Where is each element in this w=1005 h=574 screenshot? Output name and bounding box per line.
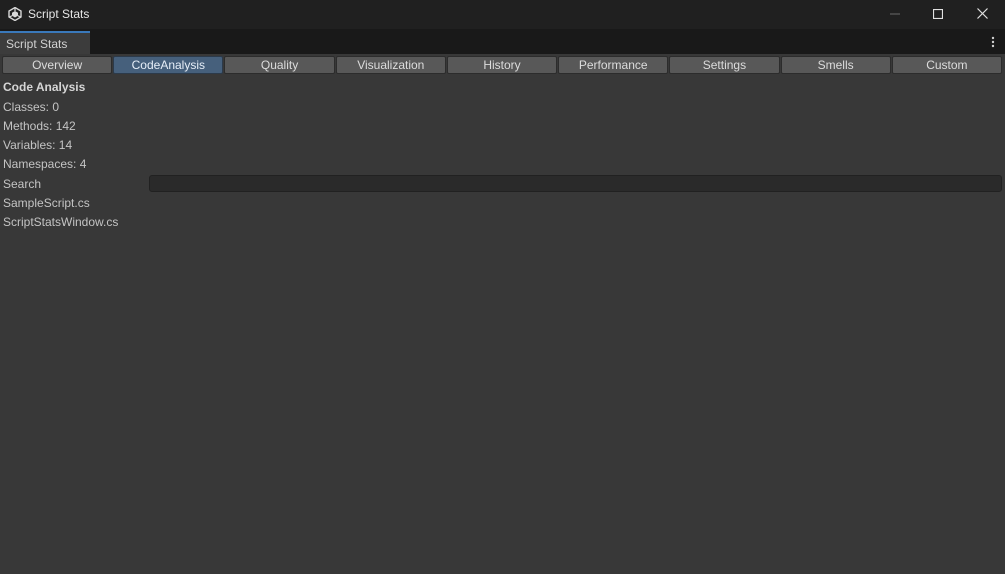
maximize-button[interactable] bbox=[916, 0, 960, 29]
section-heading: Code Analysis bbox=[3, 80, 86, 94]
tab-visualization[interactable]: Visualization bbox=[335, 56, 446, 74]
minimize-icon bbox=[890, 6, 900, 24]
kebab-menu-icon[interactable] bbox=[988, 34, 998, 50]
maximize-icon bbox=[932, 6, 944, 24]
close-icon bbox=[976, 6, 988, 24]
dock-tab-script-stats[interactable]: Script Stats bbox=[0, 31, 90, 54]
close-button[interactable] bbox=[960, 0, 1004, 29]
toolbar-tabs: Overview CodeAnalysis Quality Visualizat… bbox=[2, 56, 1002, 74]
list-item[interactable]: ScriptStatsWindow.cs bbox=[3, 215, 118, 229]
stat-variables: Variables: 14 bbox=[3, 138, 73, 152]
unity-icon bbox=[8, 6, 22, 22]
list-item[interactable]: SampleScript.cs bbox=[3, 196, 90, 210]
tab-smells[interactable]: Smells bbox=[780, 56, 891, 74]
search-label: Search bbox=[3, 177, 42, 191]
title-bar[interactable]: Script Stats bbox=[0, 0, 1005, 29]
minimize-button[interactable] bbox=[873, 0, 917, 29]
stat-namespaces: Namespaces: 4 bbox=[3, 157, 87, 171]
search-input[interactable] bbox=[149, 175, 1002, 192]
tab-codeanalysis[interactable]: CodeAnalysis bbox=[113, 56, 224, 74]
script-stats-window: Script Stats Script Stats Overview CodeA… bbox=[0, 0, 1005, 574]
stat-classes: Classes: 0 bbox=[3, 100, 60, 114]
tab-overview[interactable]: Overview bbox=[2, 56, 113, 74]
tab-settings[interactable]: Settings bbox=[669, 56, 780, 74]
tab-custom[interactable]: Custom bbox=[891, 56, 1002, 74]
stat-methods: Methods: 142 bbox=[3, 119, 76, 133]
tab-quality[interactable]: Quality bbox=[224, 56, 335, 74]
tab-performance[interactable]: Performance bbox=[558, 56, 669, 74]
window-title: Script Stats bbox=[28, 7, 90, 21]
tab-history[interactable]: History bbox=[446, 56, 558, 74]
dock-tab-strip: Script Stats bbox=[0, 29, 1005, 54]
